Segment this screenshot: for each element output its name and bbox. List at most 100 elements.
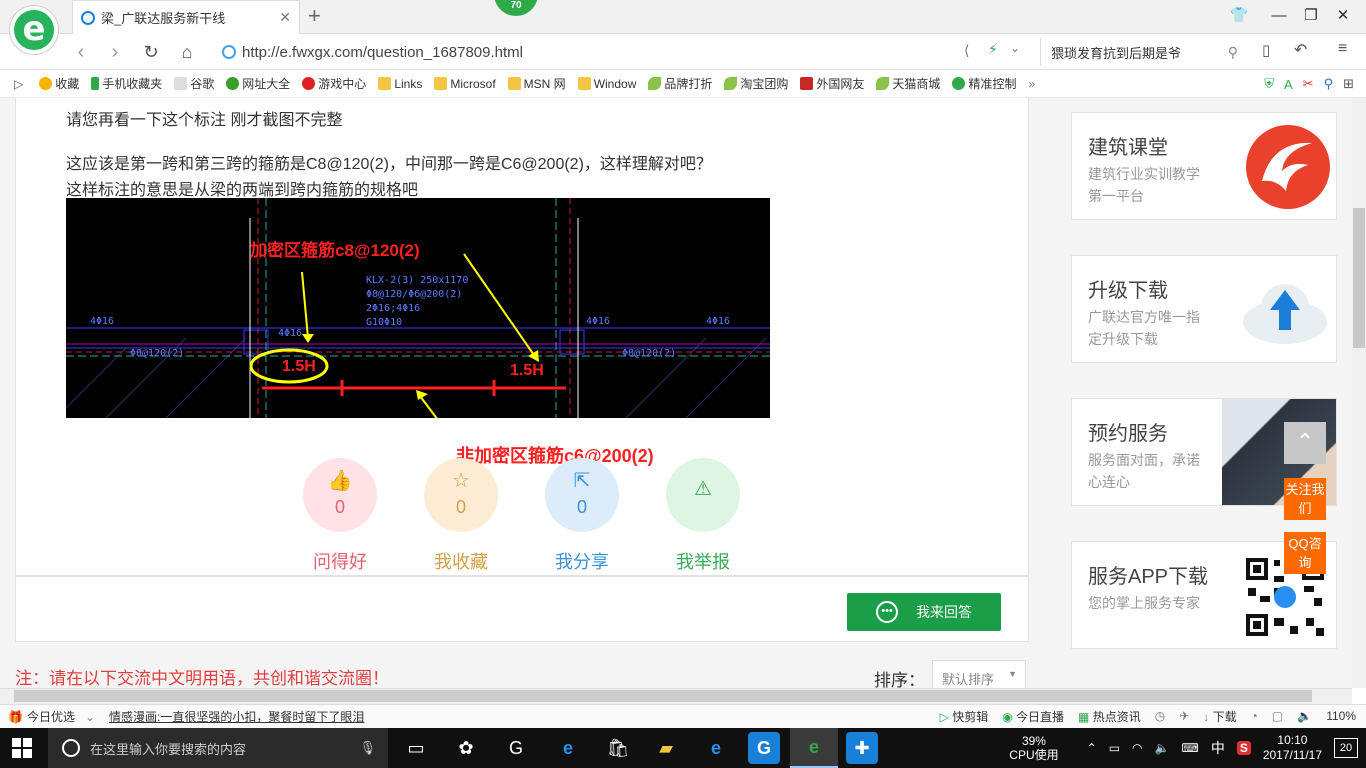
sort-select[interactable]: 默认排序 ▼: [932, 660, 1026, 688]
report-label[interactable]: 我举报: [666, 548, 740, 574]
bookmark-item[interactable]: Microsof: [434, 77, 496, 91]
maximize-button[interactable]: ❐: [1296, 4, 1326, 28]
browser-logo-icon[interactable]: e: [10, 6, 58, 54]
undo-icon[interactable]: ↶: [1294, 40, 1307, 60]
browser-taskbar-icon[interactable]: e: [790, 728, 838, 768]
site-info-icon[interactable]: [222, 45, 236, 59]
answer-button[interactable]: ••• 我来回答: [847, 593, 1001, 631]
horizontal-scroll-thumb[interactable]: [14, 690, 1312, 702]
bookmark-item[interactable]: Links: [378, 77, 422, 91]
like-button[interactable]: 👍 0: [303, 458, 377, 532]
report-button[interactable]: ⚠: [666, 458, 740, 532]
notification-center-icon[interactable]: 20: [1334, 738, 1358, 758]
taskbar-search[interactable]: 在这里输入你要搜索的内容 🎙: [48, 728, 388, 768]
clock[interactable]: 10:10 2017/11/17: [1263, 733, 1322, 763]
follow-us-button[interactable]: 关注我们: [1284, 478, 1326, 520]
clean-icon[interactable]: ◔: [1251, 709, 1258, 723]
browser-tab[interactable]: 梁_广联达服务新干线 ✕: [72, 0, 300, 34]
bookmark-item[interactable]: 外国网友: [800, 75, 864, 92]
chevron-down-icon[interactable]: ⌄: [85, 710, 95, 724]
tab-close-icon[interactable]: ✕: [279, 9, 291, 26]
minimize-button[interactable]: —: [1264, 4, 1294, 28]
search-icon[interactable]: ⚲: [1324, 76, 1334, 92]
url-dropdown-icon[interactable]: ⌄: [1010, 41, 1020, 55]
sidebar-card-classroom[interactable]: 建筑课堂 建筑行业实训教学第一平台: [1071, 112, 1337, 220]
bookmark-item[interactable]: 游戏中心: [302, 75, 366, 92]
bookmark-item[interactable]: 淘宝团购: [724, 75, 788, 92]
pinwheel-app-icon[interactable]: ✿: [450, 732, 482, 764]
card-desc: 服务面对面，承诺心连心: [1088, 452, 1200, 490]
file-explorer-icon[interactable]: ▰: [650, 732, 682, 764]
hot-news-button[interactable]: ▦ 热点资讯: [1078, 708, 1141, 725]
share-icon[interactable]: ⟨: [964, 42, 969, 59]
sidebar-card-download[interactable]: 升级下载 广联达官方唯一指定升级下载: [1071, 255, 1337, 363]
sogou-icon[interactable]: S: [1236, 741, 1251, 755]
back-button[interactable]: ‹: [66, 34, 96, 70]
shirt-icon[interactable]: 👕: [1224, 4, 1254, 28]
pin-icon[interactable]: ✈: [1179, 709, 1189, 723]
phone-icon[interactable]: ▯: [1262, 41, 1270, 59]
windows-start-icon[interactable]: [12, 738, 32, 758]
favorite-label[interactable]: 我收藏: [424, 548, 498, 574]
refresh-button[interactable]: ↻: [136, 34, 166, 70]
sidebar-toggle-icon[interactable]: ▷: [14, 77, 23, 91]
search-field[interactable]: 猥琐发育抗到后期是爷 ⚲: [1040, 38, 1238, 66]
store-icon[interactable]: 🛍: [602, 732, 634, 764]
shield-icon[interactable]: ⛨: [1264, 76, 1274, 92]
vertical-scrollbar[interactable]: [1352, 98, 1366, 688]
vertical-scroll-thumb[interactable]: [1353, 208, 1365, 348]
window-icon[interactable]: ▢: [1272, 709, 1283, 723]
more-bookmarks-icon[interactable]: »: [1028, 77, 1035, 91]
bookmark-item[interactable]: 谷歌: [174, 75, 214, 92]
back-to-top-button[interactable]: ⌃: [1284, 422, 1326, 464]
keyboard-icon[interactable]: ⌨: [1181, 741, 1198, 755]
url-field[interactable]: http://e.fwxgx.com/question_1687809.html: [222, 38, 962, 66]
translate-icon[interactable]: A: [1284, 77, 1293, 92]
bookmark-item[interactable]: 品牌打折: [648, 75, 712, 92]
glodon-icon[interactable]: G: [748, 732, 780, 764]
forward-button[interactable]: ›: [100, 34, 130, 70]
cpu-usage[interactable]: 39% CPU使用: [1009, 734, 1058, 762]
quick-edit-button[interactable]: ▷ 快剪辑: [940, 708, 989, 725]
bookmark-item[interactable]: 收藏: [39, 75, 79, 92]
favorite-button[interactable]: ☆ 0: [424, 458, 498, 532]
bookmark-item[interactable]: 网址大全: [226, 75, 290, 92]
close-window-button[interactable]: ✕: [1328, 4, 1358, 28]
speed-icon[interactable]: ◷: [1155, 709, 1165, 723]
ime-indicator[interactable]: 中: [1211, 738, 1225, 758]
menu-icon[interactable]: ≡: [1338, 40, 1347, 58]
task-view-icon[interactable]: ▭: [400, 732, 432, 764]
zoom-level[interactable]: 110%: [1326, 709, 1356, 723]
speaker-icon[interactable]: 🔈: [1297, 709, 1312, 723]
download-button[interactable]: ↓ 下载: [1203, 708, 1236, 725]
apps-grid-icon[interactable]: ⊞: [1343, 76, 1354, 92]
g-app-icon[interactable]: G: [500, 732, 532, 764]
today-picks-link[interactable]: 今日优选: [27, 708, 75, 725]
home-button[interactable]: ⌂: [172, 34, 202, 70]
bookmark-item[interactable]: 精准控制: [952, 75, 1016, 92]
news-ticker-link[interactable]: 情感漫画:一直很坚强的小扣，聚餐时留下了眼泪: [109, 708, 364, 725]
edge-icon[interactable]: e: [552, 732, 584, 764]
page-content: 请您再看一下这个标注 刚才截图不完整 这应该是第一跨和第三跨的箍筋是C8@120…: [0, 98, 1352, 688]
remote-app-icon[interactable]: ✚: [846, 732, 878, 764]
search-icon[interactable]: ⚲: [1228, 44, 1238, 61]
volume-icon[interactable]: 🔈: [1155, 741, 1170, 755]
qq-consult-button[interactable]: QQ咨询: [1284, 532, 1326, 574]
lightning-icon[interactable]: ⚡: [988, 41, 998, 58]
battery-icon[interactable]: ▭: [1109, 741, 1120, 755]
wifi-icon[interactable]: ◠: [1132, 741, 1142, 755]
share-label[interactable]: 我分享: [545, 548, 619, 574]
bookmark-item[interactable]: MSN 网: [507, 75, 566, 92]
cad-drawing-image[interactable]: KLX-2(3) 250x1170 Φ8@120/Φ6@200(2) 2Φ16;…: [66, 198, 770, 418]
like-label[interactable]: 问得好: [303, 548, 377, 574]
chevron-up-icon[interactable]: ⌃: [1087, 741, 1097, 755]
microphone-icon[interactable]: 🎙: [359, 740, 376, 756]
bookmark-item[interactable]: 天猫商城: [876, 75, 940, 92]
new-tab-button[interactable]: +: [308, 2, 321, 30]
bookmark-item[interactable]: 手机收藏夹: [91, 75, 162, 92]
bookmark-item[interactable]: Window: [577, 77, 636, 91]
live-button[interactable]: ◉ 今日直播: [1002, 708, 1064, 725]
share-button[interactable]: ⇱ 0: [545, 458, 619, 532]
scissors-icon[interactable]: ✂: [1303, 76, 1314, 92]
ie-icon[interactable]: e: [700, 732, 732, 764]
